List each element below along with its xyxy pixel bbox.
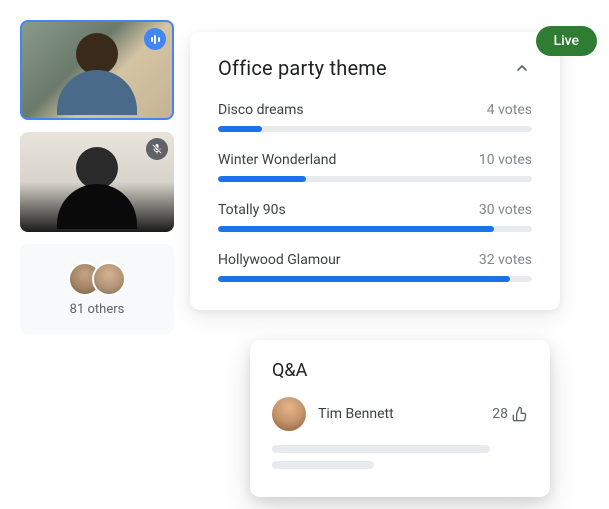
poll-bar-fill: [218, 226, 494, 232]
poll-option-label: Winter Wonderland: [218, 152, 336, 168]
poll-option[interactable]: Hollywood Glamour 32 votes: [218, 252, 532, 282]
poll-bar-track: [218, 276, 532, 282]
qa-upvote[interactable]: 28: [492, 406, 528, 422]
participant-figure: [57, 33, 137, 118]
participant-figure: [57, 147, 137, 232]
poll-option-label: Totally 90s: [218, 202, 286, 218]
poll-bar-fill: [218, 126, 262, 132]
avatar: [272, 397, 306, 431]
poll-option-votes: 32 votes: [479, 252, 532, 268]
avatar: [92, 262, 126, 296]
live-badge: Live: [536, 26, 597, 56]
poll-bar-fill: [218, 176, 306, 182]
avatar-stack: [68, 262, 126, 296]
poll-bar-track: [218, 126, 532, 132]
other-participants-tile[interactable]: 81 others: [20, 244, 174, 334]
qa-item[interactable]: Tim Bennett 28: [272, 397, 528, 431]
poll-option-label: Disco dreams: [218, 102, 304, 118]
thumbs-up-icon: [512, 406, 528, 422]
others-count-label: 81 others: [70, 302, 125, 317]
poll-option[interactable]: Totally 90s 30 votes: [218, 202, 532, 232]
poll-title: Office party theme: [218, 56, 387, 80]
video-tile-participant-1[interactable]: [20, 20, 174, 120]
poll-option-votes: 4 votes: [487, 102, 532, 118]
poll-bar-track: [218, 226, 532, 232]
poll-option[interactable]: Winter Wonderland 10 votes: [218, 152, 532, 182]
muted-icon: [146, 138, 168, 160]
speaking-indicator-icon: [144, 28, 166, 50]
qa-text-placeholder: [272, 445, 490, 453]
qa-title: Q&A: [272, 360, 528, 381]
chevron-up-icon[interactable]: [512, 58, 532, 78]
qa-card: Q&A Tim Bennett 28: [250, 340, 550, 497]
video-tile-participant-2[interactable]: [20, 132, 174, 232]
poll-bar-fill: [218, 276, 510, 282]
poll-option-label: Hollywood Glamour: [218, 252, 341, 268]
qa-author-name: Tim Bennett: [318, 406, 480, 422]
poll-card: Office party theme Disco dreams 4 votes …: [190, 32, 560, 310]
poll-option-votes: 30 votes: [479, 202, 532, 218]
poll-option[interactable]: Disco dreams 4 votes: [218, 102, 532, 132]
qa-text-placeholder: [272, 461, 374, 469]
poll-bar-track: [218, 176, 532, 182]
qa-upvote-count: 28: [492, 406, 508, 422]
poll-option-votes: 10 votes: [479, 152, 532, 168]
